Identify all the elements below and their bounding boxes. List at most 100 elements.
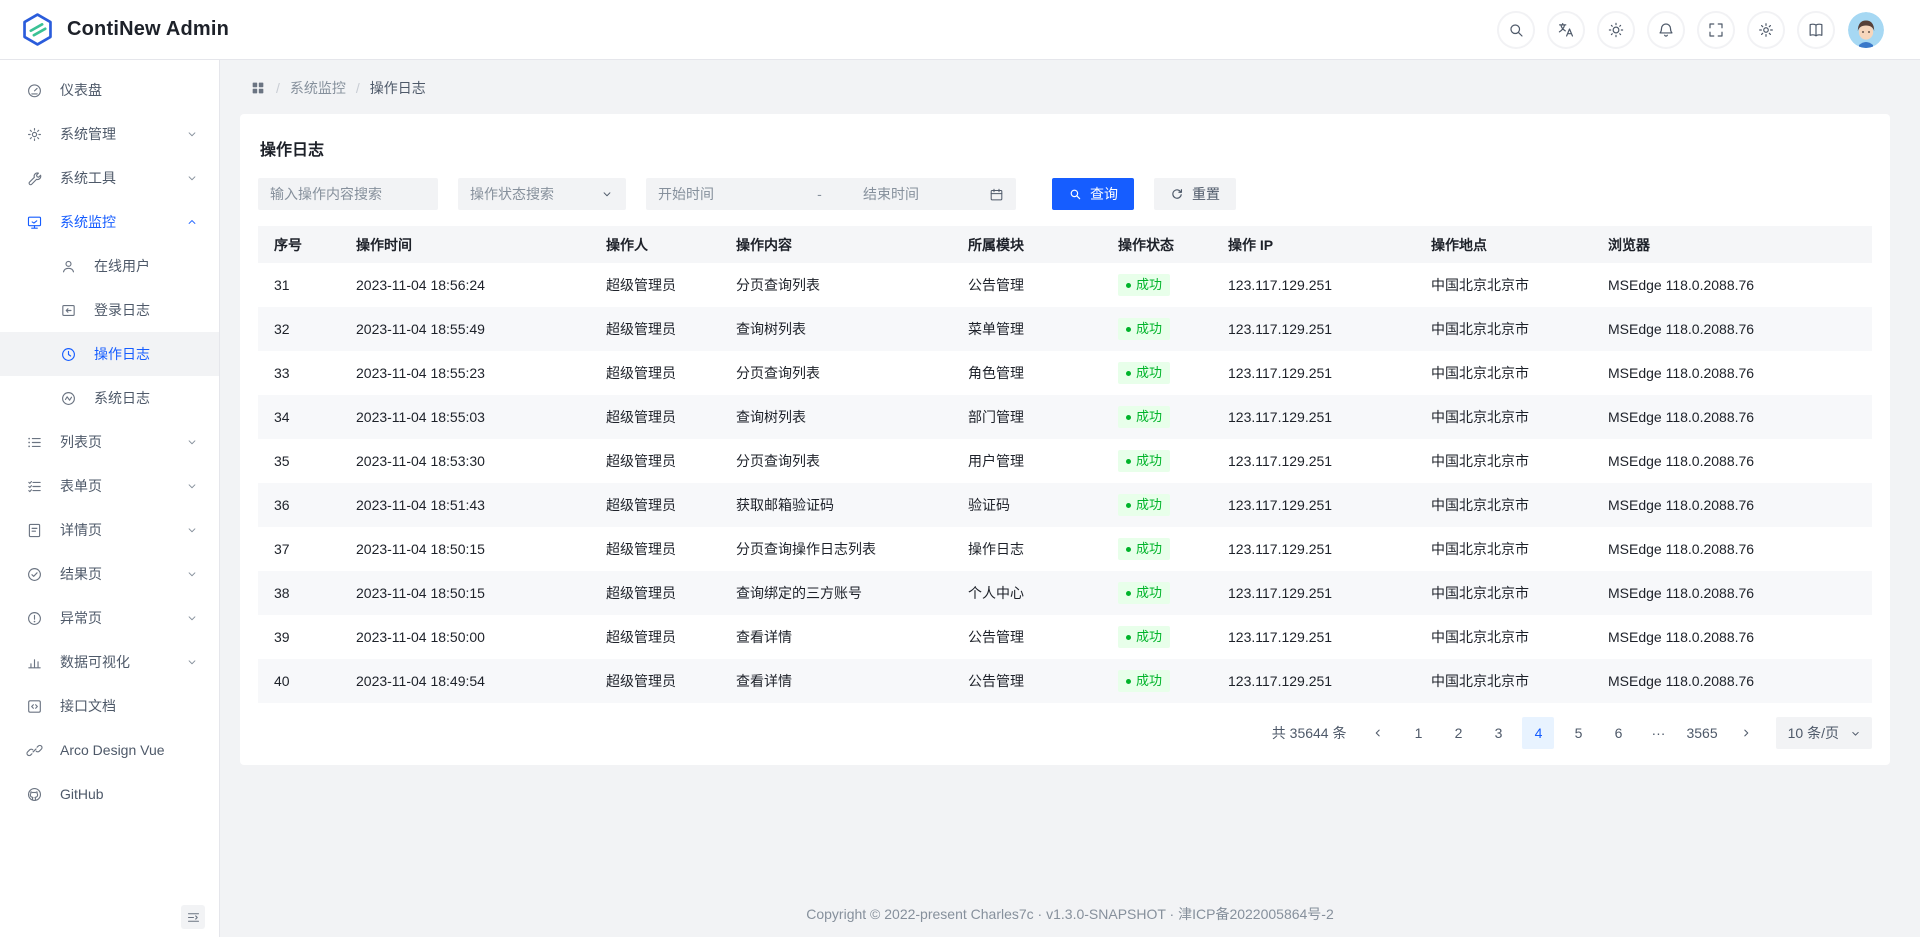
search-button[interactable]: 查询 <box>1052 178 1134 210</box>
sidebar-collapse-button[interactable] <box>181 905 205 929</box>
refresh-icon <box>1170 187 1184 201</box>
cell-location: 中国北京北京市 <box>1415 483 1592 527</box>
cell-time: 2023-11-04 18:55:49 <box>340 307 590 351</box>
pagination-page-1[interactable]: 1 <box>1402 717 1434 749</box>
sidebar-item-system-management[interactable]: 系统管理 <box>0 112 219 156</box>
cell-ip: 123.117.129.251 <box>1212 307 1415 351</box>
table-row: 372023-11-04 18:50:15超级管理员分页查询操作日志列表操作日志… <box>258 527 1872 571</box>
cell-module: 操作日志 <box>952 527 1102 571</box>
sidebar-item-dashboard[interactable]: 仪表盘 <box>0 68 219 112</box>
table-row: 402023-11-04 18:49:54超级管理员查看详情公告管理成功123.… <box>258 659 1872 703</box>
sidebar-item-label: GitHub <box>60 786 104 802</box>
cell-browser: MSEdge 118.0.2088.76 <box>1592 439 1872 483</box>
status-text: 成功 <box>1136 540 1162 558</box>
cell-browser: MSEdge 118.0.2088.76 <box>1592 483 1872 527</box>
sidebar-item-data-visualization[interactable]: 数据可视化 <box>0 640 219 684</box>
cell-id: 37 <box>258 527 340 571</box>
search-icon <box>1507 21 1525 39</box>
cell-ip: 123.117.129.251 <box>1212 395 1415 439</box>
pagination-page-2[interactable]: 2 <box>1442 717 1474 749</box>
pagination-page-3565[interactable]: 3565 <box>1682 717 1721 749</box>
cell-user: 超级管理员 <box>590 659 720 703</box>
sidebar-item-label: 系统管理 <box>60 124 116 144</box>
sidebar-item-github[interactable]: GitHub <box>0 772 219 816</box>
page-title: 操作日志 <box>260 136 1872 160</box>
sidebar-item-system-monitor[interactable]: 系统监控 <box>0 200 219 244</box>
cell-module: 公告管理 <box>952 615 1102 659</box>
search-button[interactable] <box>1498 12 1534 48</box>
cell-user: 超级管理员 <box>590 483 720 527</box>
pagination-ellipsis[interactable]: ··· <box>1642 717 1674 749</box>
cell-content: 查看详情 <box>720 659 952 703</box>
pagination-page-4[interactable]: 4 <box>1522 717 1554 749</box>
docs-button[interactable] <box>1798 12 1834 48</box>
status-select[interactable]: 操作状态搜索 <box>458 178 626 210</box>
gear-icon <box>26 126 43 143</box>
status-text: 成功 <box>1136 628 1162 646</box>
cell-time: 2023-11-04 18:51:43 <box>340 483 590 527</box>
pagination-next-button[interactable] <box>1730 717 1762 749</box>
user-icon <box>60 258 77 275</box>
pulse-circle-icon <box>60 390 77 407</box>
pagination-page-6[interactable]: 6 <box>1602 717 1634 749</box>
pagination-page-3[interactable]: 3 <box>1482 717 1514 749</box>
reset-button[interactable]: 重置 <box>1154 178 1236 210</box>
breadcrumb-item-system-monitor[interactable]: 系统监控 <box>290 78 346 98</box>
sidebar-item-list-page[interactable]: 列表页 <box>0 420 219 464</box>
cell-content: 查询树列表 <box>720 395 952 439</box>
cell-user: 超级管理员 <box>590 351 720 395</box>
chevron-down-icon <box>185 655 199 669</box>
operation-log-card: 操作日志 操作状态搜索 - <box>240 114 1890 765</box>
theme-button[interactable] <box>1598 12 1634 48</box>
sidebar-item-label: Arco Design Vue <box>60 742 165 758</box>
translate-button[interactable] <box>1548 12 1584 48</box>
status-text: 成功 <box>1136 672 1162 690</box>
settings-button[interactable] <box>1748 12 1784 48</box>
sidebar-item-detail-page[interactable]: 详情页 <box>0 508 219 552</box>
cell-ip: 123.117.129.251 <box>1212 351 1415 395</box>
sidebar-item-system-tools[interactable]: 系统工具 <box>0 156 219 200</box>
status-text: 成功 <box>1136 408 1162 426</box>
cell-user: 超级管理员 <box>590 263 720 307</box>
cell-id: 36 <box>258 483 340 527</box>
sidebar-item-exception-page[interactable]: 异常页 <box>0 596 219 640</box>
cell-status: 成功 <box>1102 615 1212 659</box>
status-dot-icon <box>1126 283 1131 288</box>
start-time-input[interactable] <box>658 186 776 202</box>
cell-content: 分页查询操作日志列表 <box>720 527 952 571</box>
apps-grid-icon[interactable] <box>250 80 266 96</box>
cell-location: 中国北京北京市 <box>1415 571 1592 615</box>
sidebar-item-online-user[interactable]: 在线用户 <box>0 244 219 288</box>
chevron-down-icon <box>185 567 199 581</box>
end-time-input[interactable] <box>863 186 981 202</box>
chevron-down-icon <box>1849 727 1862 740</box>
sidebar-item-form-page[interactable]: 表单页 <box>0 464 219 508</box>
cell-location: 中国北京北京市 <box>1415 439 1592 483</box>
sidebar-item-system-log[interactable]: 系统日志 <box>0 376 219 420</box>
cell-id: 34 <box>258 395 340 439</box>
date-range-picker[interactable]: - <box>646 178 1016 210</box>
brand[interactable]: ContiNew Admin <box>20 12 229 47</box>
user-avatar[interactable] <box>1848 12 1884 48</box>
cell-user: 超级管理员 <box>590 307 720 351</box>
content-search-input[interactable] <box>258 178 438 210</box>
search-icon <box>1068 187 1082 201</box>
pagination-page-5[interactable]: 5 <box>1562 717 1594 749</box>
cell-id: 33 <box>258 351 340 395</box>
warning-circle-icon <box>26 610 43 627</box>
notification-button[interactable] <box>1648 12 1684 48</box>
cell-id: 32 <box>258 307 340 351</box>
sidebar-item-operation-log[interactable]: 操作日志 <box>0 332 219 376</box>
main-content: / 系统监控 / 操作日志 操作日志 操作状态搜索 - <box>220 60 1920 937</box>
status-dot-icon <box>1126 415 1131 420</box>
pagination-prev-button[interactable] <box>1362 717 1394 749</box>
page-size-select[interactable]: 10 条/页 <box>1776 717 1872 749</box>
cell-status: 成功 <box>1102 263 1212 307</box>
sidebar-item-result-page[interactable]: 结果页 <box>0 552 219 596</box>
fullscreen-button[interactable] <box>1698 12 1734 48</box>
sidebar-item-login-log[interactable]: 登录日志 <box>0 288 219 332</box>
sidebar-item-arco-design-vue[interactable]: Arco Design Vue <box>0 728 219 772</box>
cell-user: 超级管理员 <box>590 615 720 659</box>
filter-bar: 操作状态搜索 - <box>258 178 1872 210</box>
sidebar-item-api-doc[interactable]: 接口文档 <box>0 684 219 728</box>
